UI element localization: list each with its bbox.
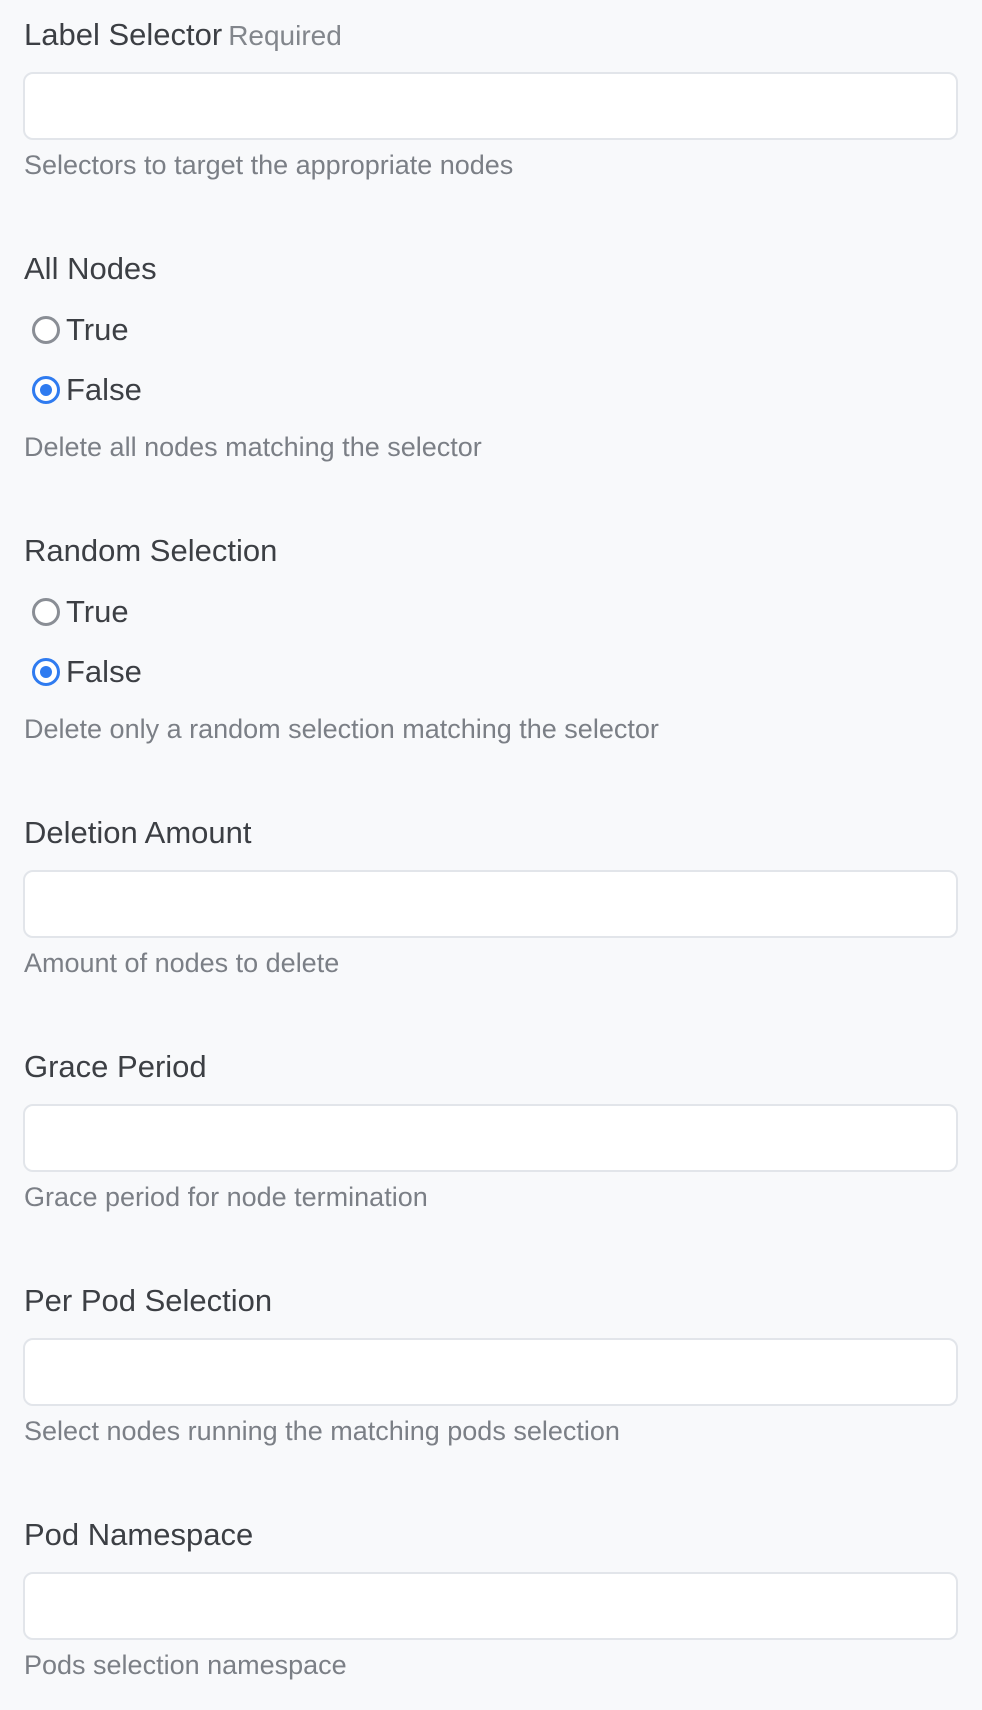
per-pod-selection-help: Select nodes running the matching pods s… xyxy=(24,1416,620,1446)
per-pod-selection-input[interactable] xyxy=(23,1338,958,1406)
grace-period-label: Grace Period xyxy=(24,1049,207,1084)
label-selector-help: Selectors to target the appropriate node… xyxy=(24,150,514,180)
random-selection-help: Delete only a random selection matching … xyxy=(24,714,659,744)
all-nodes-label: All Nodes xyxy=(24,251,157,286)
radio-unchecked-icon[interactable] xyxy=(32,316,60,344)
radio-checked-icon[interactable] xyxy=(32,376,60,404)
all-nodes-help: Delete all nodes matching the selector xyxy=(24,432,482,462)
node-deletion-form: Label Selector Required Selectors to targ… xyxy=(0,0,982,1710)
grace-period-input[interactable] xyxy=(23,1104,958,1172)
all-nodes-option-true[interactable]: True xyxy=(32,310,129,350)
pod-namespace-label: Pod Namespace xyxy=(24,1517,254,1552)
all-nodes-option-true-label: True xyxy=(66,312,129,347)
random-selection-option-true[interactable]: True xyxy=(32,592,129,632)
label-selector-label: Label Selector Required xyxy=(24,16,342,55)
random-selection-option-false[interactable]: False xyxy=(32,652,142,692)
random-selection-option-true-label: True xyxy=(66,594,129,629)
deletion-amount-label: Deletion Amount xyxy=(24,815,252,850)
pod-namespace-input[interactable] xyxy=(23,1572,958,1640)
deletion-amount-help: Amount of nodes to delete xyxy=(24,948,340,978)
per-pod-selection-label: Per Pod Selection xyxy=(24,1283,273,1318)
random-selection-option-false-label: False xyxy=(66,654,142,689)
label-selector-input[interactable] xyxy=(23,72,958,140)
all-nodes-option-false-label: False xyxy=(66,372,142,407)
required-badge: Required xyxy=(228,20,342,51)
random-selection-label: Random Selection xyxy=(24,533,278,568)
radio-checked-icon[interactable] xyxy=(32,658,60,686)
deletion-amount-input[interactable] xyxy=(23,870,958,938)
label-selector-label-text: Label Selector xyxy=(24,17,223,52)
pod-namespace-help: Pods selection namespace xyxy=(24,1650,347,1680)
all-nodes-option-false[interactable]: False xyxy=(32,370,142,410)
radio-unchecked-icon[interactable] xyxy=(32,598,60,626)
grace-period-help: Grace period for node termination xyxy=(24,1182,428,1212)
